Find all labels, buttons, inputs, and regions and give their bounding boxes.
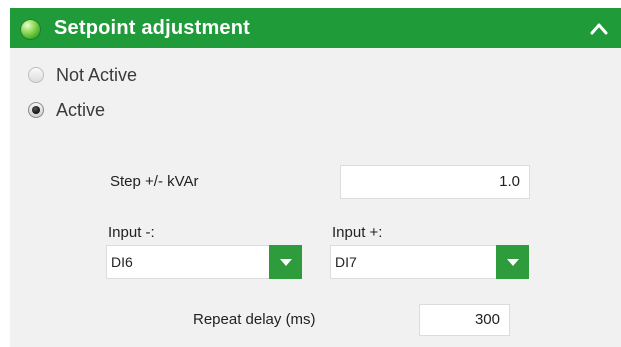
green-led-icon	[20, 19, 41, 40]
radio-label: Not Active	[56, 64, 138, 85]
setpoint-adjustment-panel: Setpoint adjustment Not Active Active St…	[10, 8, 621, 347]
input-minus-label: Input -:	[108, 224, 155, 241]
chevron-up-icon[interactable]	[588, 19, 610, 39]
input-minus-select[interactable]: DI6	[106, 245, 302, 279]
panel-title: Setpoint adjustment	[54, 17, 251, 39]
caret-down-icon	[507, 259, 519, 266]
repeat-delay-input[interactable]: 300	[419, 304, 510, 336]
step-label: Step +/- kVAr	[110, 173, 199, 190]
input-plus-select[interactable]: DI7	[330, 245, 529, 279]
radio-button[interactable]	[28, 102, 44, 118]
input-plus-label: Input +:	[332, 224, 383, 241]
repeat-delay-label: Repeat delay (ms)	[193, 311, 316, 328]
caret-down-icon	[280, 259, 292, 266]
radio-not-active[interactable]: Not Active	[28, 62, 137, 88]
radio-button[interactable]	[28, 67, 44, 83]
input-plus-dropdown-button[interactable]	[496, 245, 529, 279]
input-plus-value: DI7	[335, 254, 357, 270]
panel-header[interactable]: Setpoint adjustment	[10, 8, 621, 48]
step-input[interactable]: 1.0	[340, 165, 530, 199]
radio-label: Active	[56, 99, 106, 120]
radio-active[interactable]: Active	[28, 97, 105, 123]
input-minus-dropdown-button[interactable]	[269, 245, 302, 279]
input-minus-value: DI6	[111, 254, 133, 270]
